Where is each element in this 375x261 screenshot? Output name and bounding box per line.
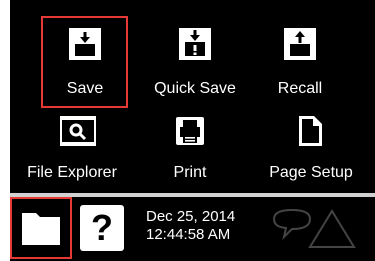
status-indicators	[270, 207, 360, 251]
file-explorer-label: File Explorer	[27, 164, 117, 181]
quick-save-button[interactable]: Quick Save	[140, 20, 250, 106]
time-text: 12:44:58 AM	[146, 226, 231, 243]
file-menu-toggle-button[interactable]	[10, 197, 72, 259]
print-label: Print	[173, 164, 207, 181]
help-icon: ?	[91, 207, 113, 248]
recall-label: Recall	[277, 80, 323, 97]
quick-save-icon	[179, 28, 211, 60]
save-label: Save	[66, 80, 104, 97]
print-button[interactable]: Print	[150, 110, 230, 190]
status-bar: ? Dec 25, 2014 12:44:58 AM	[10, 197, 375, 261]
quick-save-label: Quick Save	[154, 80, 236, 97]
page-setup-icon	[295, 114, 325, 148]
save-button[interactable]: Save	[45, 20, 125, 106]
date-time-display: Dec 25, 2014 12:44:58 AM	[146, 208, 235, 244]
file-explorer-button[interactable]: File Explorer	[10, 110, 138, 190]
file-explorer-icon	[60, 116, 96, 146]
warning-triangle-icon	[308, 209, 356, 248]
file-menu-panel: Save Quick Save Recall File Explorer Pri…	[10, 0, 375, 193]
save-icon	[69, 28, 101, 60]
page-setup-label: Page Setup	[269, 164, 353, 181]
help-button[interactable]: ?	[80, 205, 124, 251]
recall-button[interactable]: Recall	[260, 20, 340, 106]
page-setup-button[interactable]: Page Setup	[255, 110, 367, 190]
date-text: Dec 25, 2014	[146, 208, 236, 225]
print-icon	[173, 114, 207, 148]
message-bubble-icon	[272, 208, 312, 241]
recall-icon	[284, 28, 316, 60]
